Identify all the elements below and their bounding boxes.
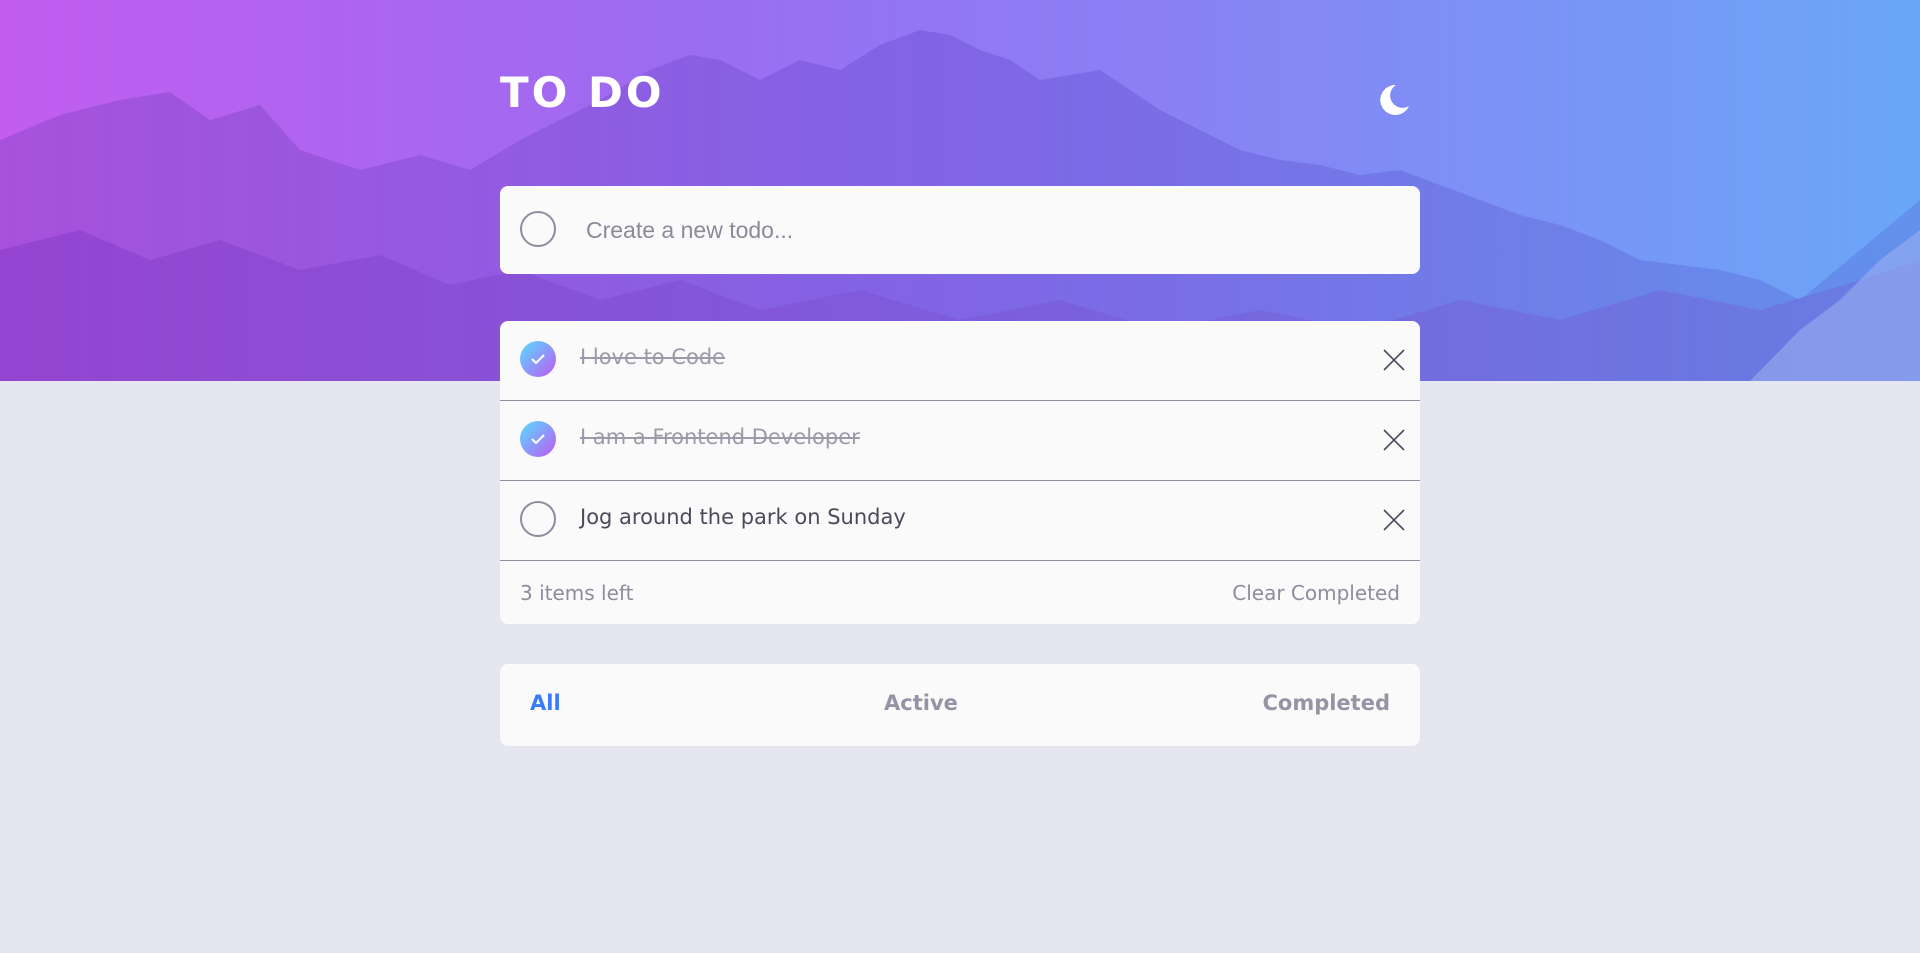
new-todo-input[interactable] — [586, 208, 1386, 252]
check-icon — [531, 354, 545, 365]
filter-completed-button[interactable]: Completed — [1262, 691, 1390, 715]
close-icon — [1383, 349, 1405, 371]
app-title: TO DO — [500, 68, 665, 117]
todo-list: I love to Code I am a Frontend Developer — [500, 321, 1420, 624]
filter-active-button[interactable]: Active — [884, 691, 958, 715]
todo-footer: 3 items left Clear Completed — [500, 561, 1420, 624]
todo-text: Jog around the park on Sunday — [580, 505, 906, 529]
todo-text: I love to Code — [580, 345, 726, 369]
app-header: TO DO — [500, 68, 1420, 124]
theme-toggle-button[interactable] — [1376, 82, 1412, 118]
close-icon — [1383, 429, 1405, 451]
clear-completed-button[interactable]: Clear Completed — [1232, 581, 1400, 605]
todo-text: I am a Frontend Developer — [580, 425, 860, 449]
close-icon — [1383, 509, 1405, 531]
todo-item[interactable]: I am a Frontend Developer — [500, 401, 1420, 481]
todo-item[interactable]: I love to Code — [500, 321, 1420, 401]
filter-all-button[interactable]: All — [530, 691, 561, 715]
filter-bar: All Active Completed — [500, 664, 1420, 746]
new-todo-form — [500, 186, 1420, 274]
moon-icon — [1380, 84, 1409, 115]
todo-item[interactable]: Jog around the park on Sunday — [500, 481, 1420, 561]
completed-check-button[interactable] — [520, 341, 556, 377]
check-icon — [531, 434, 545, 445]
items-left-count: 3 items left — [520, 581, 634, 605]
delete-todo-button[interactable] — [1382, 508, 1406, 532]
new-todo-check-circle[interactable] — [520, 211, 556, 247]
delete-todo-button[interactable] — [1382, 428, 1406, 452]
completed-check-button[interactable] — [520, 421, 556, 457]
delete-todo-button[interactable] — [1382, 348, 1406, 372]
incomplete-check-button[interactable] — [520, 501, 556, 537]
